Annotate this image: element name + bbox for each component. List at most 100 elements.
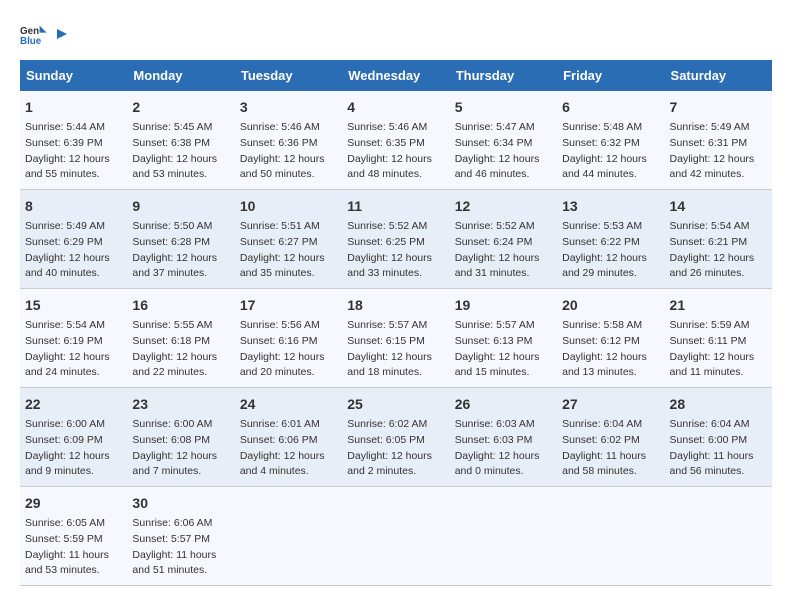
day-cell: 18Sunrise: 5:57 AMSunset: 6:15 PMDayligh…	[342, 289, 449, 388]
daylight-label: Daylight: 12 hours and 13 minutes.	[562, 351, 647, 379]
sunrise-text: Sunrise: 5:53 AM	[562, 220, 642, 232]
daylight-label: Daylight: 12 hours and 7 minutes.	[132, 450, 217, 478]
day-number: 11	[347, 196, 444, 217]
sunset-text: Sunset: 6:19 PM	[25, 335, 103, 347]
daylight-label: Daylight: 12 hours and 48 minutes.	[347, 153, 432, 181]
day-cell: 5Sunrise: 5:47 AMSunset: 6:34 PMDaylight…	[450, 91, 557, 190]
day-cell: 11Sunrise: 5:52 AMSunset: 6:25 PMDayligh…	[342, 190, 449, 289]
day-cell	[342, 487, 449, 586]
sunrise-text: Sunrise: 6:00 AM	[132, 418, 212, 430]
daylight-label: Daylight: 12 hours and 0 minutes.	[455, 450, 540, 478]
day-cell: 21Sunrise: 5:59 AMSunset: 6:11 PMDayligh…	[665, 289, 772, 388]
sunrise-text: Sunrise: 5:52 AM	[347, 220, 427, 232]
sunset-text: Sunset: 6:13 PM	[455, 335, 533, 347]
sunrise-text: Sunrise: 5:57 AM	[347, 319, 427, 331]
day-cell: 10Sunrise: 5:51 AMSunset: 6:27 PMDayligh…	[235, 190, 342, 289]
calendar-table: SundayMondayTuesdayWednesdayThursdayFrid…	[20, 60, 772, 586]
day-cell: 6 Sunrise: 5:48 AM Sunset: 6:32 PM Daylight…	[557, 91, 664, 190]
sunset-text: Sunset: 6:24 PM	[455, 236, 533, 248]
sunrise-text: Sunrise: 5:49 AM	[670, 121, 750, 133]
daylight-label: Daylight: 12 hours and 20 minutes.	[240, 351, 325, 379]
sunrise-text: Sunrise: 5:51 AM	[240, 220, 320, 232]
sunset-text: Sunset: 6:11 PM	[670, 335, 747, 347]
sunset-text: Sunset: 6:08 PM	[132, 434, 210, 446]
sunset-text: Sunset: 6:12 PM	[562, 335, 640, 347]
sunset-text: Sunset: 6:32 PM	[562, 137, 640, 149]
day-number: 3	[240, 97, 337, 118]
sunrise-text: Sunrise: 5:58 AM	[562, 319, 642, 331]
day-cell	[450, 487, 557, 586]
sunrise-text: Sunrise: 5:49 AM	[25, 220, 105, 232]
week-row-2: 8Sunrise: 5:49 AMSunset: 6:29 PMDaylight…	[20, 190, 772, 289]
day-cell: 4Sunrise: 5:46 AMSunset: 6:35 PMDaylight…	[342, 91, 449, 190]
header-day-sunday: Sunday	[20, 60, 127, 91]
day-cell	[557, 487, 664, 586]
day-number: 19	[455, 295, 552, 316]
page-header: Gen Blue	[20, 20, 772, 48]
sunset-text: Sunset: 6:15 PM	[347, 335, 425, 347]
day-number: 27	[562, 394, 659, 415]
day-cell: 2Sunrise: 5:45 AMSunset: 6:38 PMDaylight…	[127, 91, 234, 190]
day-cell: 22Sunrise: 6:00 AMSunset: 6:09 PMDayligh…	[20, 388, 127, 487]
sunrise-text: Sunrise: 5:46 AM	[347, 121, 427, 133]
daylight-label: Daylight: 11 hours and 53 minutes.	[25, 549, 109, 577]
sunrise-text: Sunrise: 5:48 AM	[562, 121, 642, 133]
sunset-text: Sunset: 6:00 PM	[670, 434, 748, 446]
sunrise-text: Sunrise: 5:59 AM	[670, 319, 750, 331]
week-row-3: 15Sunrise: 5:54 AMSunset: 6:19 PMDayligh…	[20, 289, 772, 388]
day-number: 26	[455, 394, 552, 415]
sunset-text: Sunset: 6:39 PM	[25, 137, 103, 149]
header-day-monday: Monday	[127, 60, 234, 91]
sunset-text: Sunset: 6:02 PM	[562, 434, 640, 446]
day-cell: 8Sunrise: 5:49 AMSunset: 6:29 PMDaylight…	[20, 190, 127, 289]
sunrise-text: Sunrise: 5:47 AM	[455, 121, 535, 133]
sunrise-text: Sunrise: 6:06 AM	[132, 517, 212, 529]
sunrise-text: Sunrise: 6:01 AM	[240, 418, 320, 430]
sunrise-text: Sunrise: 5:56 AM	[240, 319, 320, 331]
day-cell: 24Sunrise: 6:01 AMSunset: 6:06 PMDayligh…	[235, 388, 342, 487]
day-number: 23	[132, 394, 229, 415]
sunset-text: Sunset: 6:29 PM	[25, 236, 103, 248]
svg-text:Blue: Blue	[20, 36, 42, 47]
day-cell: 15Sunrise: 5:54 AMSunset: 6:19 PMDayligh…	[20, 289, 127, 388]
day-number: 6	[562, 97, 659, 118]
day-number: 24	[240, 394, 337, 415]
day-number: 13	[562, 196, 659, 217]
day-cell: 29Sunrise: 6:05 AMSunset: 5:59 PMDayligh…	[20, 487, 127, 586]
sunrise-text: Sunrise: 5:44 AM	[25, 121, 105, 133]
week-row-5: 29Sunrise: 6:05 AMSunset: 5:59 PMDayligh…	[20, 487, 772, 586]
sunrise-text: Sunrise: 6:05 AM	[25, 517, 105, 529]
sunrise-text: Sunrise: 5:55 AM	[132, 319, 212, 331]
day-number: 22	[25, 394, 122, 415]
sunset-text: Sunset: 6:38 PM	[132, 137, 210, 149]
sunset-text: Sunset: 6:27 PM	[240, 236, 318, 248]
daylight-label: Daylight: 12 hours and 22 minutes.	[132, 351, 217, 379]
day-number: 21	[670, 295, 767, 316]
logo: Gen Blue	[20, 20, 72, 48]
sunset-text: Sunset: 6:09 PM	[25, 434, 103, 446]
daylight-label: Daylight: 12 hours and 44 minutes.	[562, 153, 647, 181]
daylight-label: Daylight: 12 hours and 26 minutes.	[670, 252, 755, 280]
sunset-text: Sunset: 6:16 PM	[240, 335, 318, 347]
sunrise-text: Sunrise: 5:54 AM	[25, 319, 105, 331]
day-cell: 7Sunrise: 5:49 AMSunset: 6:31 PMDaylight…	[665, 91, 772, 190]
week-row-4: 22 Sunrise: 6:00 AM Sunset: 6:09 PM Dayligh…	[20, 388, 772, 487]
day-cell: 23 Sunrise: 6:00 AM Sunset: 6:08 PM Dayligh…	[127, 388, 234, 487]
daylight-label: Daylight: 12 hours and 2 minutes.	[347, 450, 432, 478]
daylight-label: Daylight: 12 hours and 31 minutes.	[455, 252, 540, 280]
day-cell: 12Sunrise: 5:52 AMSunset: 6:24 PMDayligh…	[450, 190, 557, 289]
sunrise-text: Sunrise: 6:04 AM	[562, 418, 642, 430]
day-number: 28	[670, 394, 767, 415]
day-cell: 13Sunrise: 5:53 AMSunset: 6:22 PMDayligh…	[557, 190, 664, 289]
day-number: 5	[455, 97, 552, 118]
day-cell	[235, 487, 342, 586]
header-day-wednesday: Wednesday	[342, 60, 449, 91]
daylight-label: Daylight: 12 hours and 24 minutes.	[25, 351, 110, 379]
day-cell: 9Sunrise: 5:50 AMSunset: 6:28 PMDaylight…	[127, 190, 234, 289]
sunset-text: Sunset: 6:05 PM	[347, 434, 425, 446]
day-number: 7	[670, 97, 767, 118]
daylight-label: Daylight: 12 hours and 53 minutes.	[132, 153, 217, 181]
daylight-label: Daylight: 11 hours and 56 minutes.	[670, 450, 754, 478]
sunset-text: Sunset: 6:28 PM	[132, 236, 210, 248]
day-cell: 30Sunrise: 6:06 AMSunset: 5:57 PMDayligh…	[127, 487, 234, 586]
